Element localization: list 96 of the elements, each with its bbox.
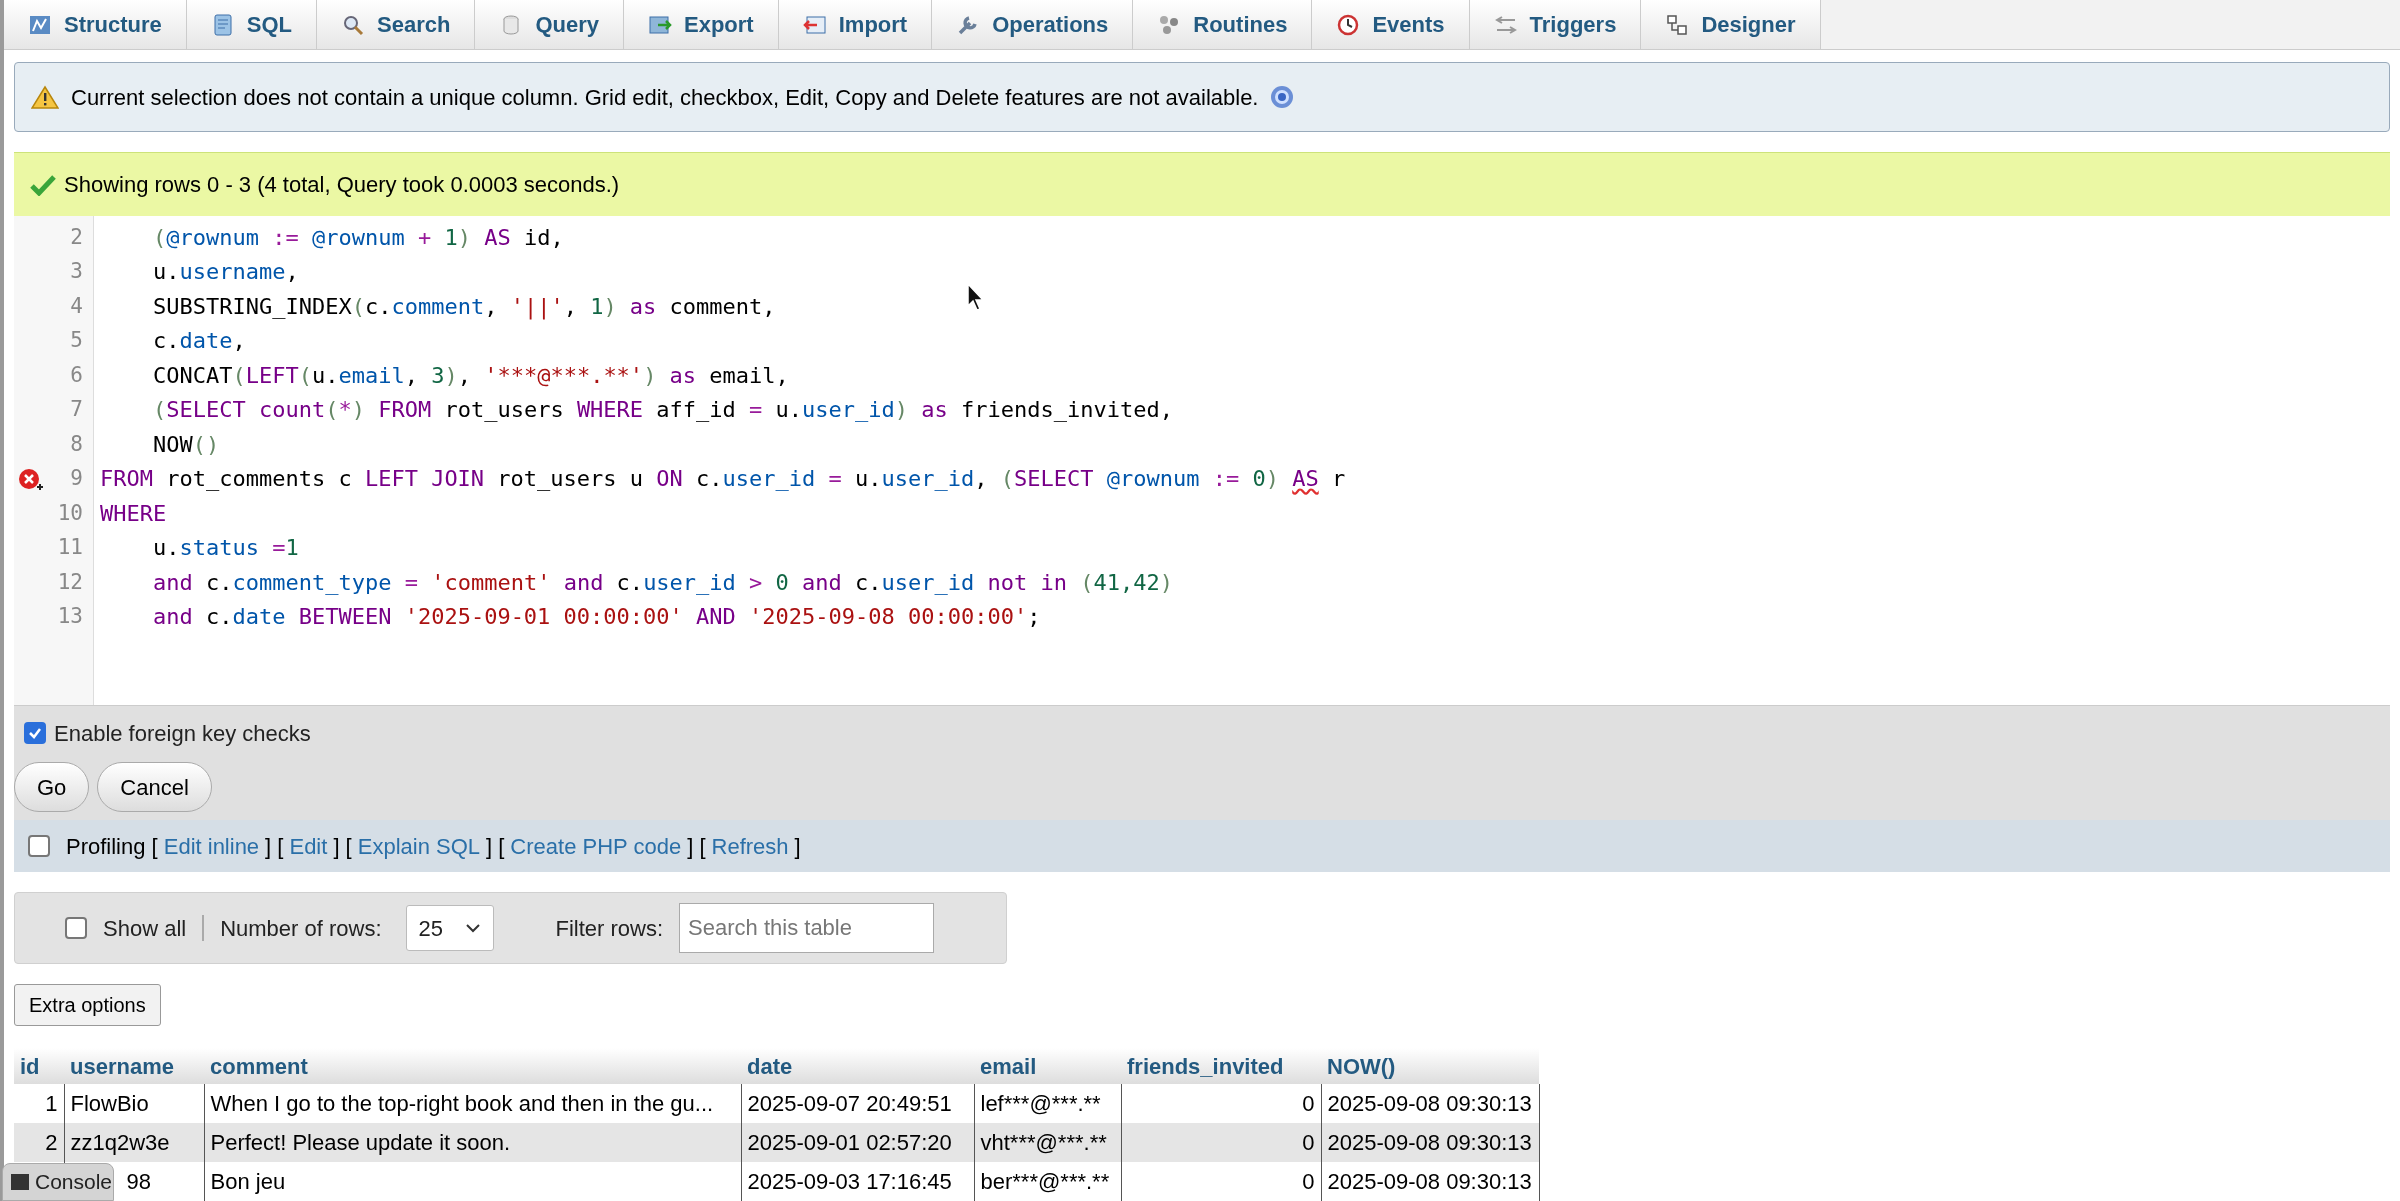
table-cell: 0 — [1302, 1130, 1315, 1155]
column-header[interactable]: friends_invited — [1121, 1048, 1321, 1084]
table-cell: 2025-09-08 09:30:13 — [1327, 1169, 1532, 1194]
line-number: 12 — [57, 568, 83, 596]
table-cell: 2025-09-08 09:30:13 — [1327, 1130, 1532, 1155]
link[interactable]: Create PHP code — [510, 829, 682, 863]
help-icon[interactable] — [1270, 85, 1295, 109]
tab[interactable]: Operations — [932, 0, 1134, 49]
table-cell: 2025-09-08 09:30:13 — [1327, 1091, 1532, 1116]
bracket-text: ] [ — [687, 832, 706, 861]
table-cell: Perfect! Please update it soon. — [210, 1130, 511, 1155]
table-cell: 2025-09-07 20:49:51 — [747, 1091, 952, 1116]
sql-editor[interactable] — [14, 216, 2390, 706]
code-line: c.date, — [151, 327, 246, 356]
table-cell: FlowBio — [70, 1091, 149, 1116]
caret-icon — [464, 923, 481, 933]
code-line: u.status =1 — [151, 534, 299, 563]
profiling-checkbox[interactable] — [28, 835, 50, 857]
tab[interactable]: Structure — [4, 0, 187, 49]
code-line: WHERE — [100, 499, 167, 528]
foreign-key-checkbox[interactable] — [24, 722, 46, 744]
code-line: u.username, — [151, 258, 299, 287]
cancel-button[interactable]: Cancel — [97, 762, 212, 812]
table-cell: zz1q2w3e — [70, 1130, 170, 1155]
line-number: 5 — [70, 327, 83, 354]
filter-label: Filter rows: — [555, 914, 664, 943]
tab[interactable]: Query — [475, 0, 624, 49]
line-number: 10 — [57, 499, 83, 527]
code-line: FROM rot_comments c LEFT JOIN rot_users u ON c.user_id = u.user_id, (SELECT @rownum := 0) AS r — [100, 465, 1346, 494]
search-field[interactable]: Search this table — [679, 903, 935, 953]
bracket-text: ] — [794, 832, 801, 861]
column-header[interactable]: email — [974, 1048, 1121, 1084]
line-number: 4 — [70, 292, 83, 320]
link[interactable]: Refresh — [711, 829, 789, 863]
column-header[interactable]: username — [64, 1048, 204, 1084]
table-cell: When I go to the top-right book and then in the gu... — [210, 1091, 714, 1116]
success-text: Showing rows 0 - 3 (4 total, Query took 0.0003 seconds.) — [64, 171, 620, 199]
line-number: 7 — [70, 396, 83, 423]
code-line: (@rownum := @rownum + 1) AS id, — [151, 223, 564, 252]
tab[interactable]: Events — [1312, 0, 1470, 49]
show-all-label: Show all — [103, 914, 187, 943]
table-cell: 0 — [1302, 1169, 1315, 1194]
table-cell: lef***@***.** — [980, 1091, 1101, 1116]
tab[interactable]: Triggers — [1469, 0, 1642, 49]
table-cell: ber***@***.** — [980, 1169, 1110, 1194]
link[interactable]: Edit inline — [163, 829, 260, 863]
column-header[interactable]: id — [14, 1048, 64, 1084]
line-number: 11 — [57, 534, 83, 561]
link[interactable]: Edit — [289, 829, 328, 863]
rows-select[interactable]: 25 — [405, 905, 494, 951]
column-header[interactable]: date — [741, 1048, 974, 1084]
console-button[interactable]: Console — [2, 1163, 114, 1201]
tab[interactable]: Search — [317, 0, 476, 49]
table-cell: 1 — [45, 1091, 58, 1116]
bracket-text: Profiling [ — [66, 832, 158, 861]
terminal-icon — [11, 1174, 29, 1190]
clock-icon — [1336, 12, 1361, 37]
code-line: SUBSTRING_INDEX(c.comment, '||', 1) as comment, — [151, 292, 776, 322]
checkbox-label: Enable foreign key checks — [54, 719, 311, 748]
code-line: and c.date BETWEEN '2025-09-01 00:00:00' AND '2025-09-08 00:00:00'; — [151, 603, 1041, 632]
code-line: NOW() — [151, 430, 220, 459]
column-header[interactable]: NOW() — [1321, 1048, 1539, 1084]
warning-icon — [31, 85, 59, 109]
extra-options-button[interactable]: Extra options — [14, 984, 161, 1026]
table-cell: 2025-09-03 17:16:45 — [747, 1169, 952, 1194]
show-all-checkbox[interactable] — [65, 917, 87, 939]
line-number: 6 — [70, 361, 83, 389]
line-number: 9 — [70, 465, 83, 492]
table-cell: vht***@***.** — [980, 1130, 1107, 1155]
warning-text: Current selection does not contain a unique column. Grid edit, checkbox, Edit, Copy and Delete features are not available. — [71, 83, 1259, 112]
check-icon — [30, 173, 56, 196]
table-cell: 2 — [45, 1130, 58, 1155]
table-cell: 2025-09-01 02:57:20 — [747, 1130, 952, 1155]
table-cell-text: 98 — [126, 1168, 151, 1196]
bracket-text: ] [ — [333, 832, 352, 861]
code-line: CONCAT(LEFT(u.email, 3), '***@***.**') as email, — [151, 361, 789, 390]
tab[interactable]: Routines — [1133, 0, 1313, 49]
line-number: 8 — [70, 430, 83, 458]
line-number: 2 — [70, 223, 83, 251]
line-number: 3 — [70, 258, 83, 285]
tab[interactable]: Import — [778, 0, 933, 49]
line-number: 13 — [57, 603, 83, 630]
go-button[interactable]: Go — [14, 762, 90, 812]
bracket-text: ] [ — [265, 832, 284, 861]
diagram-icon — [1665, 12, 1690, 37]
tab[interactable]: Designer — [1641, 0, 1821, 49]
tab[interactable]: Export — [624, 0, 779, 49]
code-line: (SELECT count(*) FROM rot_users WHERE aff_id = u.user_id) as friends_invited, — [151, 396, 1173, 425]
rows-label: Number of rows: — [220, 914, 382, 943]
tab[interactable]: SQL — [186, 0, 318, 49]
link[interactable]: Explain SQL — [357, 829, 480, 863]
table-cell: Bon jeu — [210, 1169, 286, 1194]
bracket-text: ] [ — [486, 832, 505, 861]
code-line: and c.comment_type = 'comment' and c.user_id > 0 and c.user_id not in (41,42) — [151, 568, 1173, 597]
column-header[interactable]: comment — [204, 1048, 741, 1084]
table-cell: 0 — [1302, 1091, 1315, 1116]
